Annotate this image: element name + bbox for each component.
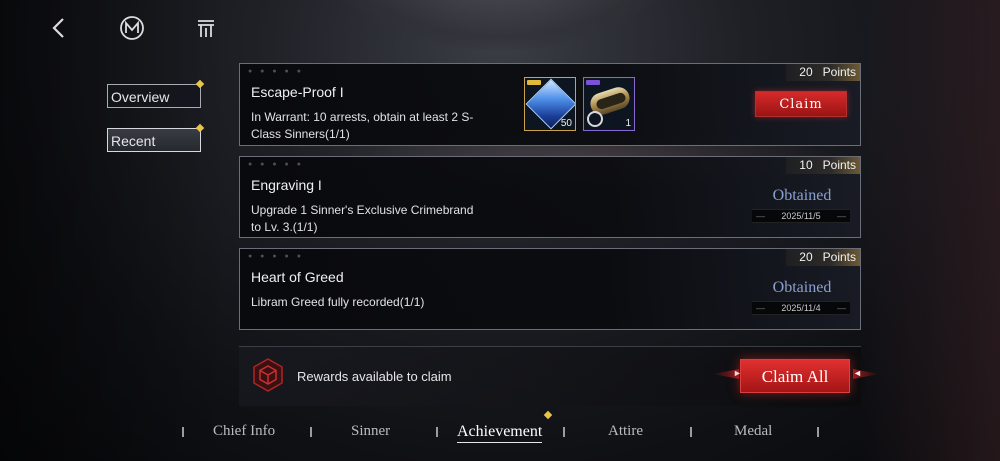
nav-separator (436, 427, 438, 437)
claim-button[interactable]: Claim (755, 91, 847, 117)
obtained-date-strip: — 2025/11/4 — (752, 301, 850, 315)
nav-separator (817, 427, 819, 437)
rarity-tag (527, 80, 541, 85)
m-logo-button[interactable] (118, 14, 146, 42)
magnifier-icon (587, 111, 603, 127)
tab-overview[interactable]: Overview (107, 79, 205, 108)
ranking-button[interactable] (192, 14, 220, 42)
achievement-description: Upgrade 1 Sinner's Exclusive Crimebrand … (251, 203, 474, 234)
background-arc (330, 0, 670, 50)
tab-medal[interactable]: Medal (734, 423, 772, 440)
decorative-dots: ● ● ● ● ● (248, 253, 304, 260)
achievement-description: In Warrant: 10 arrests, obtain at least … (251, 110, 474, 141)
achievement-title: Engraving I (251, 177, 322, 193)
tab-chief-info[interactable]: Chief Info (213, 423, 275, 440)
date-dash-right: — (837, 211, 846, 221)
m-logo-icon (120, 16, 144, 40)
reward-item[interactable]: 1 (583, 77, 635, 131)
achievement-title: Heart of Greed (251, 269, 344, 285)
achievement-card: ● ● ● ● ● Heart of Greed Libram Greed fu… (239, 248, 861, 330)
claim-rewards-bar: Rewards available to claim ► Claim All ◄ (239, 346, 879, 406)
points-badge: 10 Points (786, 157, 860, 174)
achievement-card: ● ● ● ● ● Engraving I Upgrade 1 Sinner's… (239, 156, 861, 238)
tab-sinner[interactable]: Sinner (351, 423, 390, 440)
achievement-card: ● ● ● ● ● Escape-Proof I In Warrant: 10 … (239, 63, 861, 146)
nav-separator (563, 427, 565, 437)
points-badge: 20 Points (786, 249, 860, 266)
decorative-dots: ● ● ● ● ● (248, 161, 304, 168)
nav-separator (690, 427, 692, 437)
chevron-left-icon (52, 18, 64, 38)
red-cube-icon (253, 358, 283, 392)
points-label: Points (822, 158, 856, 172)
reward-item[interactable]: 50 (524, 77, 576, 131)
bottom-navigation: Chief Info Sinner Achievement Attire Med… (170, 410, 830, 452)
reward-quantity: 1 (625, 118, 631, 129)
achievement-description: Libram Greed fully recorded(1/1) (251, 295, 425, 309)
points-label: Points (822, 65, 856, 79)
background-right-shade (860, 0, 1000, 461)
reward-quantity: 50 (560, 118, 572, 129)
points-value: 10 (799, 158, 813, 172)
pillars-icon (198, 20, 214, 37)
obtained-date: 2025/11/4 (781, 303, 821, 313)
tab-recent[interactable]: Recent (107, 123, 205, 152)
achievement-title: Escape-Proof I (251, 84, 344, 100)
tab-attire[interactable]: Attire (608, 423, 643, 440)
decorative-dots: ● ● ● ● ● (248, 68, 304, 75)
points-value: 20 (799, 250, 813, 264)
tab-recent-label: Recent (111, 133, 156, 149)
claim-message: Rewards available to claim (297, 369, 452, 384)
rarity-tag (586, 80, 600, 85)
nav-separator (182, 427, 184, 437)
tab-overview-label: Overview (111, 89, 170, 105)
date-dash-right: — (837, 303, 846, 313)
arrow-left-icon: ◄ (853, 368, 862, 378)
obtained-status: Obtained (772, 187, 832, 204)
obtained-date: 2025/11/5 (781, 211, 821, 221)
nav-separator (310, 427, 312, 437)
points-value: 20 (799, 65, 813, 79)
back-button[interactable] (44, 14, 72, 42)
date-dash-left: — (756, 211, 765, 221)
points-label: Points (822, 250, 856, 264)
background-left-shade (0, 0, 230, 461)
claim-all-button[interactable]: Claim All (740, 359, 850, 393)
obtained-date-strip: — 2025/11/5 — (752, 209, 850, 223)
new-badge-icon (543, 410, 553, 420)
date-dash-left: — (756, 303, 765, 313)
obtained-status: Obtained (772, 279, 832, 296)
tab-achievement[interactable]: Achievement (457, 423, 543, 443)
points-badge: 20 Points (786, 64, 860, 81)
